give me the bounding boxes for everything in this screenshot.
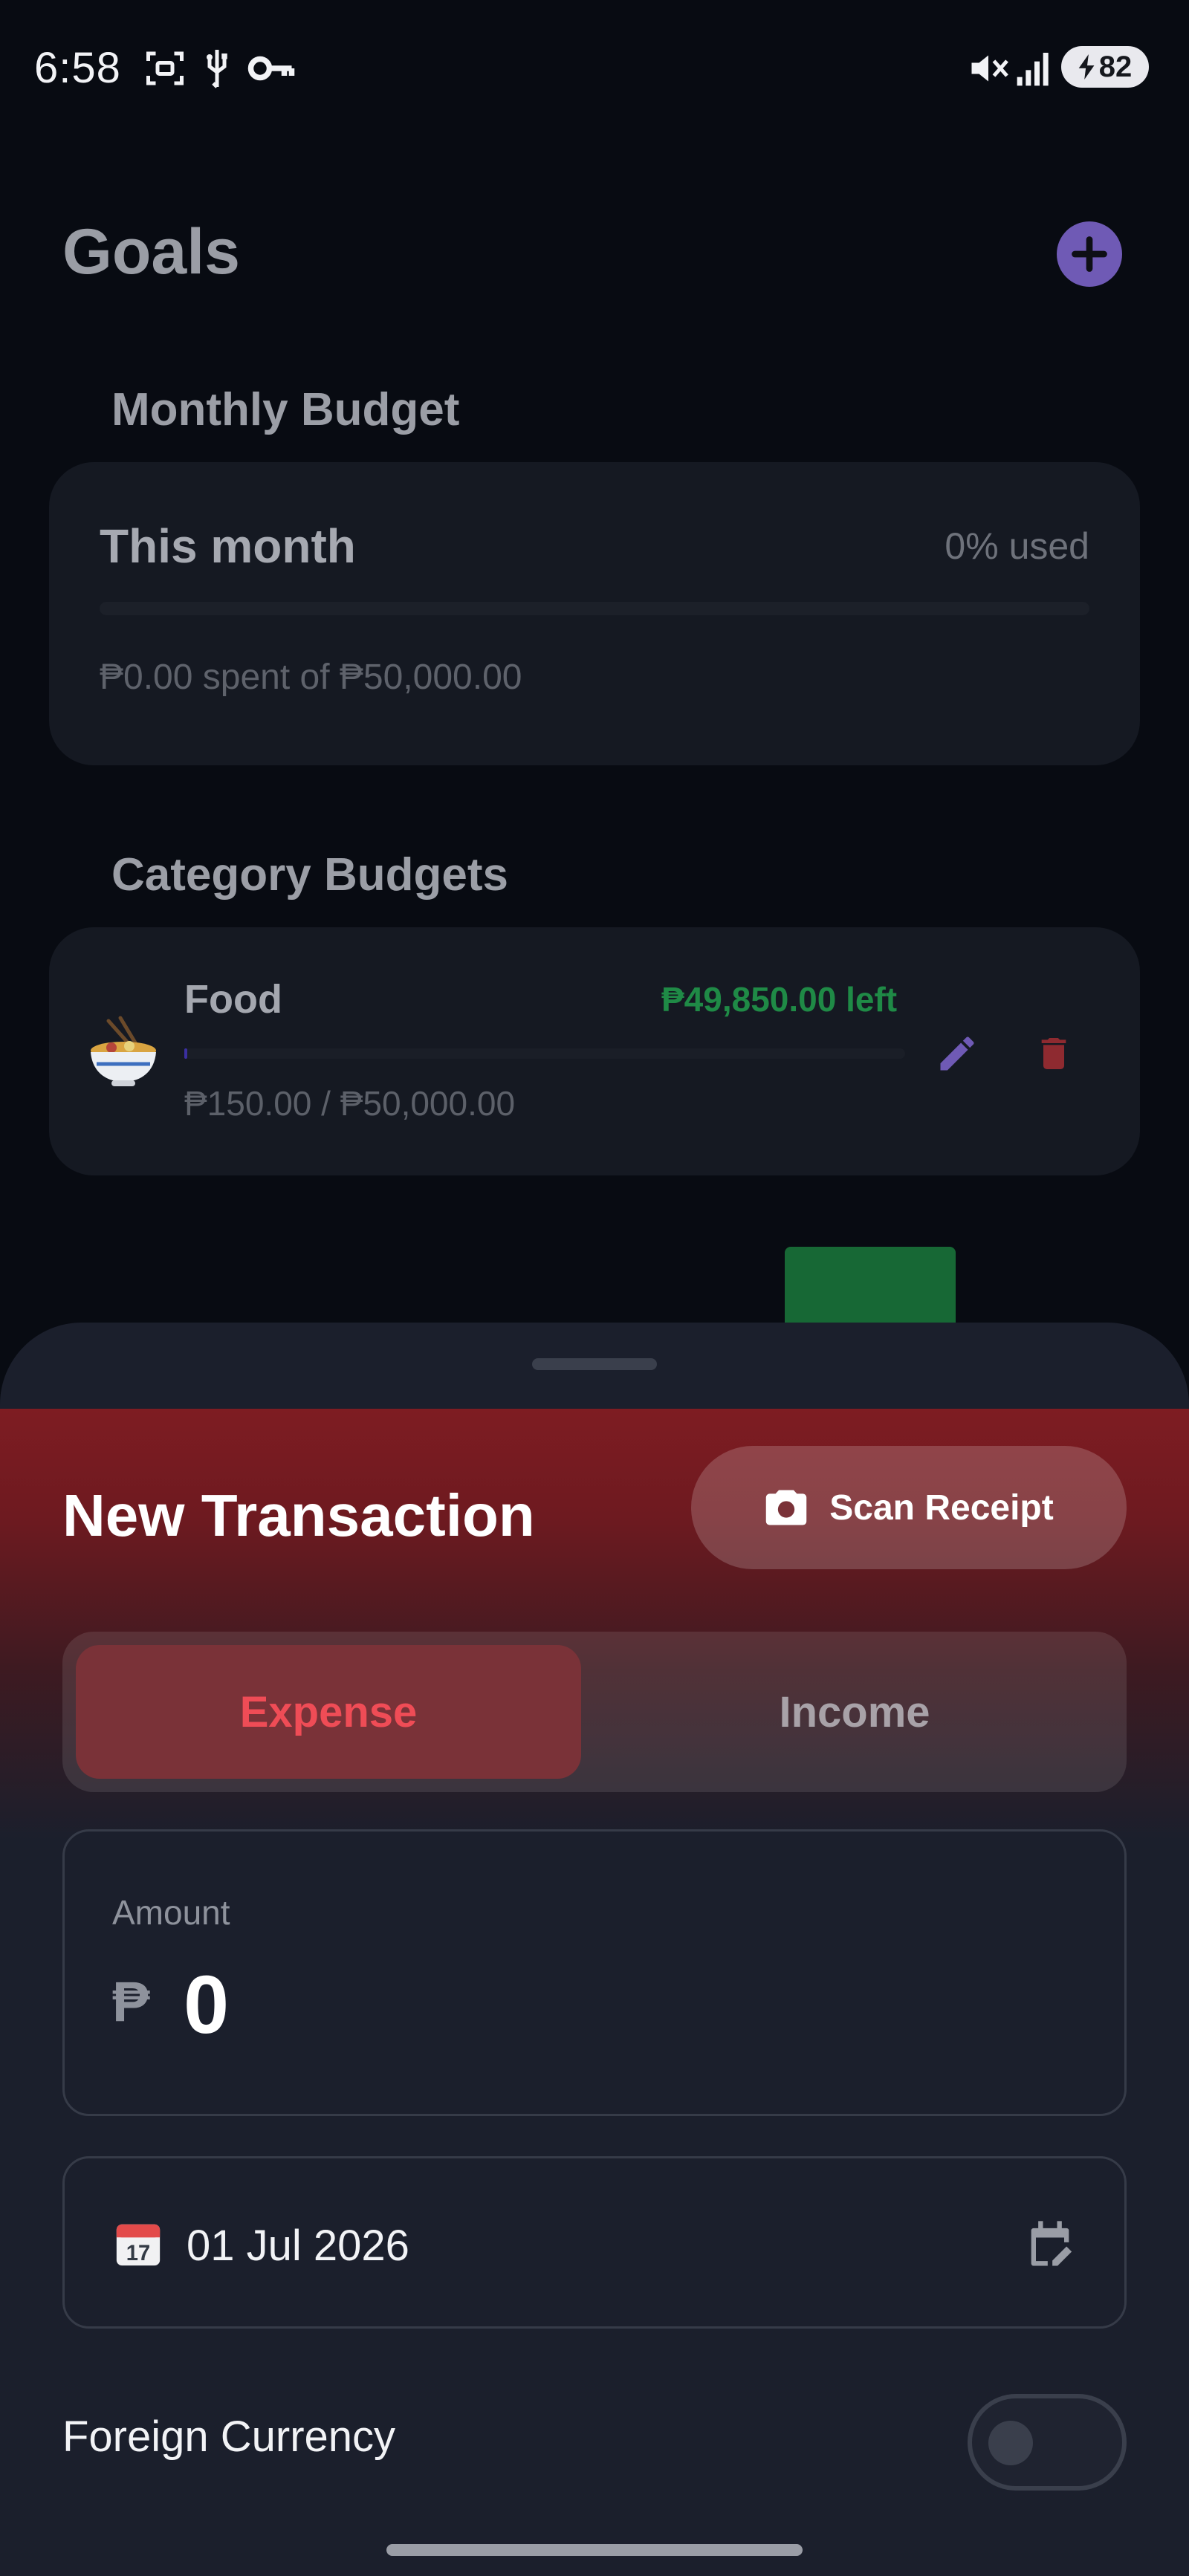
scan-receipt-button[interactable]: Scan Receipt	[691, 1446, 1127, 1569]
monthly-budget-heading: Monthly Budget	[111, 384, 460, 435]
pencil-icon	[940, 1036, 974, 1071]
usb-icon	[207, 50, 227, 88]
sheet-drag-handle[interactable]	[532, 1358, 657, 1370]
foreign-currency-label: Foreign Currency	[62, 2413, 396, 2461]
home-indicator[interactable]	[386, 2544, 803, 2556]
page-title: Goals	[62, 216, 240, 288]
category-budget-card[interactable]: Food ₱49,850.00 left ₱150.00 / ₱50,000.0…	[49, 927, 1140, 1175]
new-transaction-sheet: New Transaction Scan Receipt Expense Inc…	[0, 1323, 1189, 2576]
mute-icon	[971, 55, 1008, 82]
status-time: 6:58	[34, 44, 121, 92]
date-value: 01 Jul 2026	[187, 2222, 409, 2270]
plus-icon	[1072, 236, 1107, 272]
category-budgets-heading: Category Budgets	[111, 849, 508, 901]
trash-icon	[1041, 1038, 1066, 1069]
foreign-currency-toggle[interactable]	[968, 2394, 1127, 2491]
transaction-type-toggle: Expense Income	[62, 1632, 1127, 1792]
delete-category-button[interactable]	[1024, 1024, 1083, 1083]
camera-icon	[766, 1490, 807, 1525]
budget-used-percent: 0% used	[945, 525, 1089, 567]
add-goal-button[interactable]	[1057, 221, 1122, 287]
tab-income[interactable]: Income	[594, 1645, 1115, 1779]
amount-label: Amount	[112, 1893, 230, 1932]
category-spent-amount: ₱150.00 / ₱50,000.00	[184, 1084, 516, 1123]
svg-text:17: 17	[126, 2242, 150, 2265]
calendar-emoji-icon: 17	[116, 2224, 161, 2266]
budget-progress-bar	[100, 602, 1089, 615]
edit-calendar-icon[interactable]	[1022, 2216, 1078, 2273]
edit-category-button[interactable]	[927, 1024, 987, 1083]
currency-symbol: ₱	[112, 1970, 150, 2034]
category-name: Food	[184, 977, 282, 1022]
screenshot-icon	[146, 51, 184, 85]
battery-level: 82	[1098, 50, 1133, 83]
vpn-key-icon	[247, 56, 295, 81]
date-field[interactable]: 17 01 Jul 2026	[62, 2156, 1127, 2329]
category-remaining: ₱49,850.00 left	[661, 980, 898, 1019]
signal-icon	[1017, 53, 1049, 86]
budget-period-title: This month	[100, 519, 356, 573]
app-screen: 6:58 82 Goals Monthly Budget This month …	[0, 0, 1189, 2576]
category-progress-fill	[184, 1048, 187, 1059]
tab-expense[interactable]: Expense	[76, 1645, 581, 1779]
sheet-header: New Transaction Scan Receipt Expense Inc…	[0, 1409, 1189, 1840]
status-bar: 6:58 82	[0, 0, 1189, 134]
sheet-title: New Transaction	[62, 1482, 535, 1548]
food-bowl-icon	[85, 1015, 162, 1089]
monthly-budget-card[interactable]: This month 0% used ₱0.00 spent of ₱50,00…	[49, 462, 1140, 765]
amount-input[interactable]: 0	[184, 1958, 229, 2052]
budget-spent-summary: ₱0.00 spent of ₱50,000.00	[100, 658, 522, 697]
battery-indicator: 82	[1061, 46, 1149, 88]
category-progress-bar	[184, 1048, 905, 1059]
amount-field[interactable]: Amount ₱ 0	[62, 1829, 1127, 2116]
toggle-knob	[988, 2421, 1033, 2465]
scan-receipt-label: Scan Receipt	[829, 1487, 1054, 1528]
charging-icon	[1078, 54, 1095, 80]
